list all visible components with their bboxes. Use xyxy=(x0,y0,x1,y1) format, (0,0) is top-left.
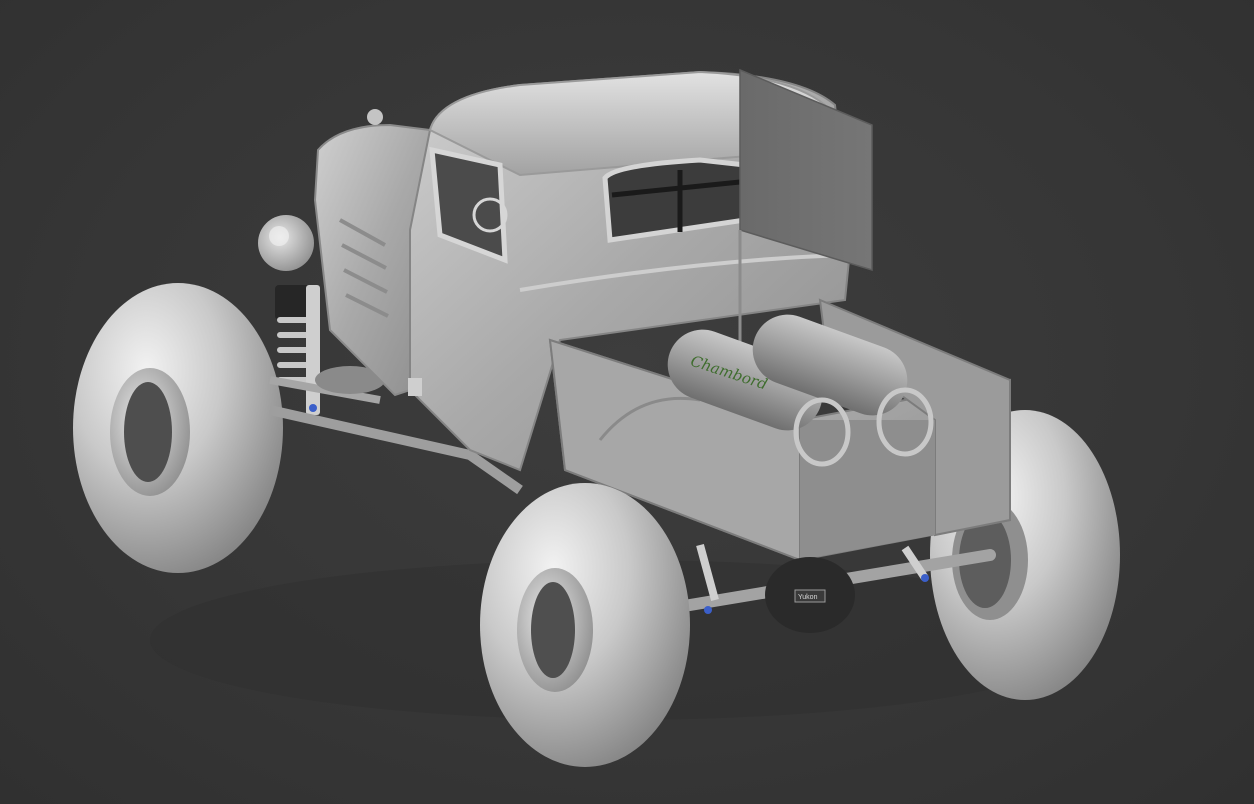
3d-viewport[interactable]: Chambord Yukon xyxy=(0,0,1254,804)
rear-left-tire xyxy=(480,483,690,767)
differential-label: Yukon xyxy=(798,594,818,601)
front-left-tire xyxy=(73,283,283,573)
radiator-cap-icon xyxy=(367,109,383,125)
hot-rod-model: Chambord Yukon xyxy=(73,68,1120,767)
headlight xyxy=(258,215,314,271)
